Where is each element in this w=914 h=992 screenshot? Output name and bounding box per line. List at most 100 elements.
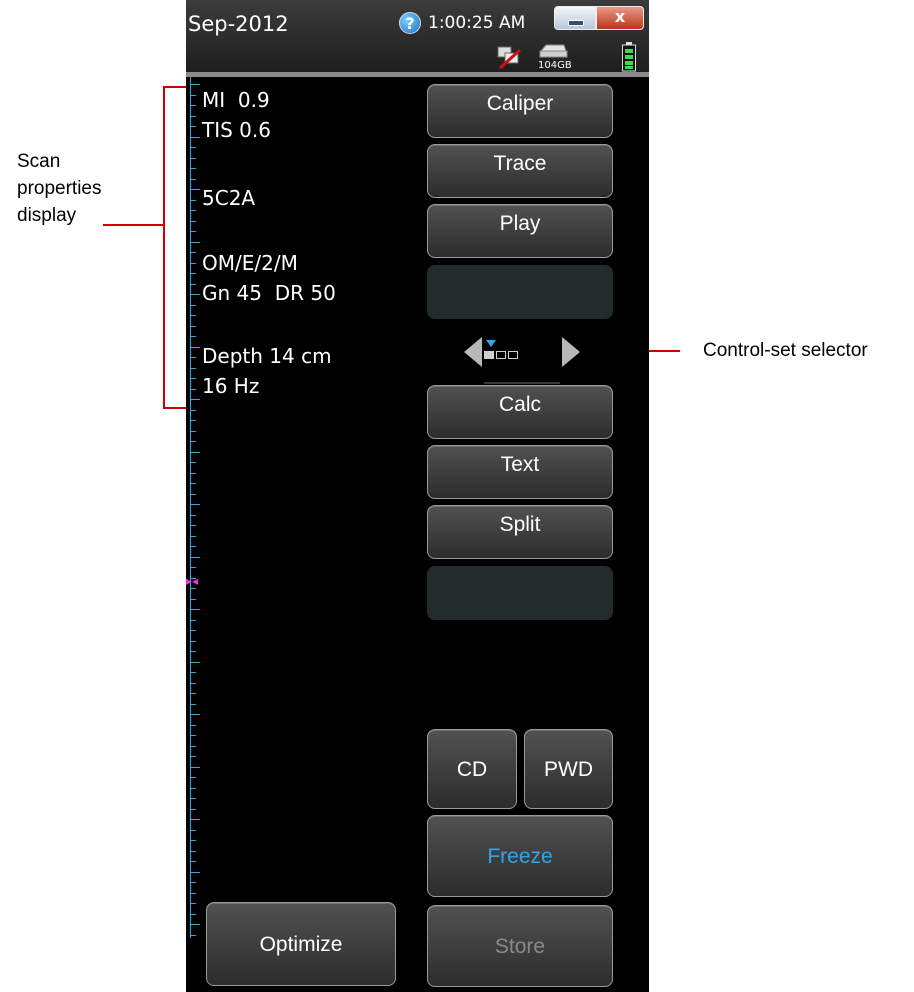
depth-tick <box>190 452 200 453</box>
depth-tick <box>190 189 200 190</box>
store-button[interactable]: Store <box>427 905 613 987</box>
minimize-icon <box>568 20 584 26</box>
depth-tick <box>190 651 196 652</box>
depth-tick <box>190 179 196 180</box>
depth-tick <box>190 95 196 96</box>
control-set-selector-annotation: Control-set selector <box>703 340 868 361</box>
depth-tick <box>190 746 196 747</box>
transducer-label: 5C2A <box>202 186 256 210</box>
freeze-button[interactable]: Freeze <box>427 815 613 897</box>
depth-tick <box>190 326 196 327</box>
depth-tick <box>190 410 196 411</box>
depth-tick <box>190 210 196 211</box>
depth-tick <box>190 599 196 600</box>
frame-rate-label: 16 Hz <box>202 374 260 398</box>
depth-tick <box>190 693 196 694</box>
title-bar: Sep-2012 ? 1:00:25 AM x 104GB <box>186 0 649 76</box>
depth-tick <box>190 662 200 663</box>
depth-tick <box>190 609 200 610</box>
depth-tick <box>190 221 196 222</box>
depth-tick <box>190 567 196 568</box>
empty-control-slot <box>427 265 613 319</box>
previous-control-set-arrow[interactable] <box>464 337 482 367</box>
optimize-button[interactable]: Optimize <box>206 902 396 986</box>
depth-tick <box>190 231 196 232</box>
ultrasound-screen: Sep-2012 ? 1:00:25 AM x 104GB ▸◂ MI 0.9 … <box>186 0 649 992</box>
depth-tick <box>190 399 200 400</box>
depth-tick <box>190 116 196 117</box>
depth-tick <box>190 462 196 463</box>
depth-tick <box>190 756 196 757</box>
depth-tick <box>190 630 196 631</box>
network-disconnected-icon <box>497 46 522 70</box>
control-set-indicator-icon <box>484 340 518 359</box>
battery-icon <box>622 42 636 72</box>
depth-tick <box>190 368 196 369</box>
depth-tick <box>190 357 196 358</box>
gain-dynamic-range: Gn 45 DR 50 <box>202 281 336 305</box>
next-control-set-arrow[interactable] <box>562 337 580 367</box>
depth-tick <box>190 546 196 547</box>
depth-tick <box>190 284 196 285</box>
calc-button[interactable]: Calc <box>427 385 613 439</box>
depth-tick <box>190 830 196 831</box>
depth-tick <box>190 935 196 936</box>
close-button[interactable]: x <box>596 6 644 30</box>
depth-tick <box>190 158 196 159</box>
play-button[interactable]: Play <box>427 204 613 258</box>
depth-label: Depth 14 cm <box>202 344 332 368</box>
pwd-button[interactable]: PWD <box>524 729 613 809</box>
depth-tick <box>190 200 196 201</box>
depth-tick <box>190 252 196 253</box>
text-button[interactable]: Text <box>427 445 613 499</box>
depth-tick <box>190 819 200 820</box>
depth-tick <box>190 872 200 873</box>
depth-tick <box>190 588 196 589</box>
depth-tick <box>190 84 200 85</box>
annotation-line-1: Scan <box>17 151 61 172</box>
scan-properties-annotation: Scan properties display <box>17 148 102 229</box>
mode-label: OM/E/2/M <box>202 251 298 275</box>
depth-tick <box>190 315 196 316</box>
depth-tick <box>190 704 196 705</box>
annotation-line-3: display <box>17 205 77 226</box>
help-icon[interactable]: ? <box>399 12 421 34</box>
depth-tick <box>190 536 196 537</box>
storage-label: 104GB <box>538 60 572 71</box>
depth-tick <box>190 515 196 516</box>
tis-value: TIS 0.6 <box>202 118 271 142</box>
depth-tick <box>190 851 196 852</box>
selector-underline <box>484 382 560 384</box>
depth-tick <box>190 557 200 558</box>
depth-tick <box>190 242 200 243</box>
depth-tick <box>190 389 196 390</box>
depth-tick <box>190 735 196 736</box>
annotation-bracket-stub <box>103 224 163 226</box>
depth-tick <box>190 168 196 169</box>
minimize-button[interactable] <box>554 6 596 30</box>
mi-value: MI 0.9 <box>202 88 270 112</box>
caliper-button[interactable]: Caliper <box>427 84 613 138</box>
depth-tick <box>190 767 200 768</box>
depth-tick <box>190 525 196 526</box>
depth-tick <box>190 903 196 904</box>
depth-tick <box>190 305 196 306</box>
depth-tick <box>190 126 196 127</box>
depth-tick <box>190 777 196 778</box>
focal-zone-marker: ▸◂ <box>186 574 199 588</box>
depth-tick <box>190 620 196 621</box>
depth-tick <box>190 683 196 684</box>
empty-control-slot <box>427 566 613 620</box>
trace-button[interactable]: Trace <box>427 144 613 198</box>
depth-tick <box>190 441 196 442</box>
split-button[interactable]: Split <box>427 505 613 559</box>
depth-tick <box>190 893 196 894</box>
depth-tick <box>190 336 196 337</box>
depth-tick <box>190 798 196 799</box>
clock-label: 1:00:25 AM <box>428 13 526 33</box>
depth-tick <box>190 147 196 148</box>
annotation-bracket-vertical <box>163 86 165 409</box>
cd-button[interactable]: CD <box>427 729 517 809</box>
depth-tick <box>190 483 196 484</box>
depth-tick <box>190 882 196 883</box>
